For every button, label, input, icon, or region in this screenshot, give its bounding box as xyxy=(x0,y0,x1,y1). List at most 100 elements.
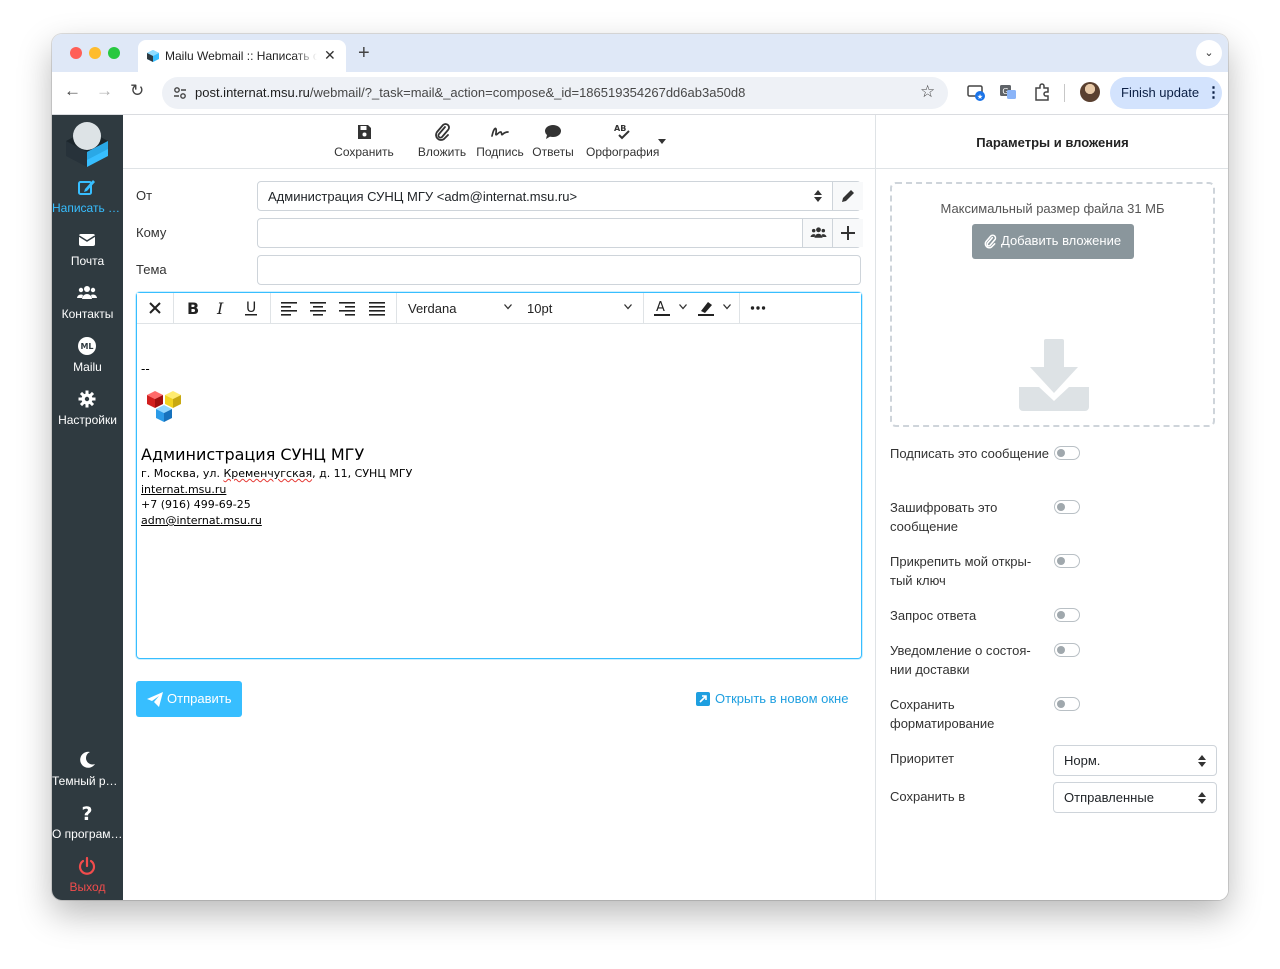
option-read-receipt-toggle[interactable] xyxy=(1054,608,1080,622)
cast-extension-icon[interactable]: ★ xyxy=(966,82,986,102)
sidebar-item-about[interactable]: ? О программе xyxy=(52,803,123,849)
url-domain: post.internat.msu.ru xyxy=(195,85,310,100)
toggle-knob xyxy=(1057,503,1065,511)
max-file-size-text: Максимальный размер файла 31 МБ xyxy=(940,201,1165,216)
option-encrypt-toggle[interactable] xyxy=(1054,500,1080,514)
svg-text:U: U xyxy=(246,300,256,316)
save-in-label: Сохранить в xyxy=(890,789,966,804)
toolbar-divider xyxy=(1064,84,1065,102)
kebab-menu-icon[interactable]: ⋮ xyxy=(1206,83,1221,101)
editor-body[interactable]: -- Администрация СУНЦ МГУ г. Москва, ул.… xyxy=(141,324,857,654)
sidebar-item-label: Почта xyxy=(70,254,105,268)
spellcheck-button[interactable]: AB Орфография xyxy=(586,123,659,159)
save-button[interactable]: Сохранить xyxy=(334,123,394,159)
add-attachment-button[interactable]: Добавить вложение xyxy=(972,224,1134,259)
attach-button-label: Вложить xyxy=(417,145,467,159)
question-icon: ? xyxy=(81,803,92,823)
address-bar[interactable]: post.internat.msu.ru/webmail/?_task=mail… xyxy=(162,77,948,109)
priority-select[interactable]: Норм. xyxy=(1053,745,1217,776)
forward-arrow-icon[interactable]: → xyxy=(96,81,113,101)
toggle-knob xyxy=(1057,611,1065,619)
close-window-button[interactable] xyxy=(70,47,82,59)
signature-separator: -- xyxy=(141,362,150,376)
translate-extension-icon[interactable]: G xyxy=(998,82,1018,102)
align-right-icon[interactable] xyxy=(338,299,356,317)
signature-email-link[interactable]: adm@internat.msu.ru xyxy=(141,514,262,527)
sidebar-item-settings[interactable]: Настройки xyxy=(52,389,123,435)
from-select[interactable]: Администрация СУНЦ МГУ <adm@internat.msu… xyxy=(257,181,863,211)
browser-tab[interactable]: Mailu Webmail :: Написать сообщение ✕ xyxy=(138,40,346,72)
browser-toolbar: ← → ↻ post.internat.msu.ru/webmail/?_tas… xyxy=(52,72,1228,115)
finish-update-label: Finish update xyxy=(1121,85,1200,100)
option-keep-formatting-toggle[interactable] xyxy=(1054,697,1080,711)
more-options-icon[interactable] xyxy=(749,299,767,317)
tab-close-icon[interactable]: ✕ xyxy=(324,47,336,64)
toggle-knob xyxy=(1057,557,1065,565)
address-part: , д. 11, СУНЦ МГУ xyxy=(312,467,413,480)
underline-icon[interactable]: U xyxy=(242,299,260,317)
finish-update-button[interactable]: Finish update ⋮ xyxy=(1110,77,1222,109)
sidebar-item-mailu[interactable]: ML Mailu xyxy=(52,336,123,382)
font-size-select[interactable]: 10pt xyxy=(527,301,552,316)
to-input[interactable] xyxy=(257,218,863,248)
new-tab-button[interactable]: + xyxy=(358,42,370,65)
send-button[interactable]: Отправить xyxy=(136,681,242,717)
option-delivery-status-toggle[interactable] xyxy=(1054,643,1080,657)
address-book-button[interactable] xyxy=(802,219,833,247)
option-sign-toggle[interactable] xyxy=(1054,446,1080,460)
chevron-down-icon[interactable] xyxy=(504,304,512,310)
text-color-icon[interactable]: A xyxy=(653,299,671,317)
save-in-select[interactable]: Отправленные xyxy=(1053,782,1217,813)
responses-button[interactable]: Ответы xyxy=(530,123,576,159)
puzzle-extensions-icon[interactable] xyxy=(1032,82,1052,102)
plus-icon xyxy=(841,226,855,240)
option-read-receipt-label: Запрос ответа xyxy=(890,608,977,623)
save-button-label: Сохранить xyxy=(334,145,394,159)
signature-button[interactable]: Подпись xyxy=(475,123,525,159)
maximize-window-button[interactable] xyxy=(108,47,120,59)
bookmark-star-icon[interactable]: ☆ xyxy=(920,82,935,102)
edit-identity-button[interactable] xyxy=(832,182,863,210)
italic-icon[interactable]: I xyxy=(212,299,230,317)
download-icon xyxy=(1019,339,1089,411)
tab-search-chevron-icon[interactable]: ⌄ xyxy=(1196,40,1222,66)
sidebar-item-contacts[interactable]: Контакты xyxy=(52,283,123,329)
align-left-icon[interactable] xyxy=(280,299,298,317)
chevron-down-icon[interactable] xyxy=(679,304,687,310)
signature-address: г. Москва, ул. Кременчугская, д. 11, СУН… xyxy=(141,467,412,480)
add-header-button[interactable] xyxy=(832,219,863,247)
bold-icon[interactable]: B xyxy=(183,299,201,317)
attach-button[interactable]: Вложить xyxy=(416,123,468,159)
attachment-dropzone[interactable]: Максимальный размер файла 31 МБ Добавить… xyxy=(890,182,1215,427)
signature-phone: +7 (916) 499-69-25 xyxy=(141,498,251,511)
signature-name: Администрация СУНЦ МГУ xyxy=(141,445,365,464)
sidebar-item-mail[interactable]: Почта xyxy=(52,230,123,276)
option-attach-key-toggle[interactable] xyxy=(1054,554,1080,568)
sidebar-item-label: О программе xyxy=(52,827,123,841)
align-center-icon[interactable] xyxy=(309,299,327,317)
sidebar-item-logout[interactable]: Выход xyxy=(52,856,123,900)
chevron-down-icon[interactable] xyxy=(723,304,731,310)
clear-format-icon[interactable] xyxy=(146,299,164,317)
address-street-misspelled: Кременчугская xyxy=(223,467,313,480)
minimize-window-button[interactable] xyxy=(89,47,101,59)
message-editor[interactable]: B I U Verdana 10pt A -- Администрация СУ… xyxy=(136,292,862,659)
back-arrow-icon[interactable]: ← xyxy=(64,81,81,101)
reload-icon[interactable]: ↻ xyxy=(130,81,144,101)
spellcheck-dropdown-icon[interactable] xyxy=(658,139,666,144)
roundcube-logo-icon[interactable] xyxy=(62,119,112,169)
users-icon xyxy=(77,286,97,299)
profile-avatar[interactable] xyxy=(1080,82,1100,102)
highlight-color-icon[interactable] xyxy=(697,299,715,317)
moon-icon xyxy=(80,751,95,768)
subject-input[interactable] xyxy=(257,255,861,285)
sidebar-item-dark-mode[interactable]: Темный режим xyxy=(52,750,123,796)
align-justify-icon[interactable] xyxy=(368,299,386,317)
site-info-icon[interactable] xyxy=(172,85,188,101)
sidebar-item-compose[interactable]: Написать сообщение xyxy=(52,177,123,223)
priority-value: Норм. xyxy=(1064,753,1101,768)
font-family-select[interactable]: Verdana xyxy=(408,301,456,316)
chevron-down-icon[interactable] xyxy=(624,304,632,310)
signature-site-link[interactable]: internat.msu.ru xyxy=(141,483,226,496)
svg-text:A: A xyxy=(656,300,665,315)
